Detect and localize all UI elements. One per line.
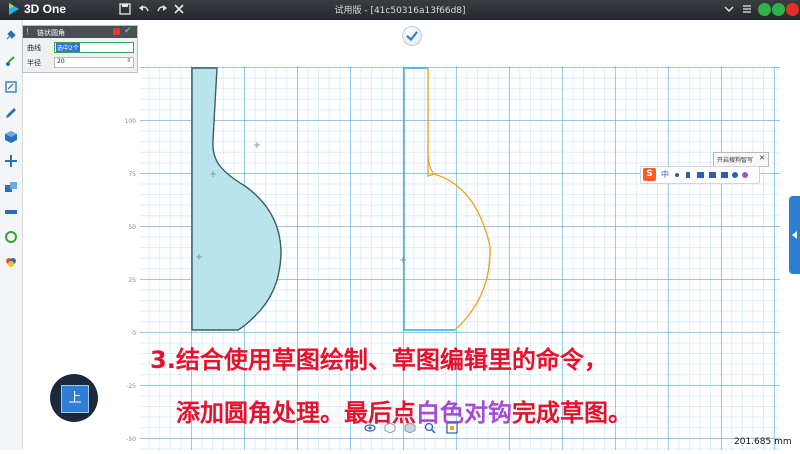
title-bar: 3D One 试用版 - [41c50316a13f66d8]	[0, 0, 800, 20]
distance-readout: 201.685 mm	[734, 437, 792, 447]
panel-header: ! 链状圆角 ✔	[23, 26, 137, 38]
close-button[interactable]	[786, 3, 799, 16]
pin-icon[interactable]	[4, 28, 18, 42]
fillet-panel: ! 链状圆角 ✔ 曲线 选中2个 半径 20 ⇕	[22, 25, 138, 73]
warning-icon: !	[26, 27, 30, 36]
curve-label: 曲线	[27, 44, 41, 52]
close-icon[interactable]: ✕	[759, 154, 765, 162]
check-icon	[406, 31, 418, 42]
cancel-button[interactable]	[113, 28, 120, 35]
cube-icon[interactable]	[4, 130, 18, 144]
eye-icon[interactable]	[364, 422, 376, 434]
y-axis-label: -50	[126, 436, 136, 443]
window-title: 试用版 - [41c50316a13f66d8]	[334, 6, 466, 16]
panel-title: 链状圆角	[37, 29, 65, 37]
y-axis-label: 25	[128, 277, 136, 284]
y-axis-label: -25	[126, 383, 136, 390]
ime-tooltip-text: 开启搜狗智写	[717, 157, 754, 164]
shaded-cube-icon[interactable]	[404, 422, 416, 434]
right-sketch-shape	[427, 68, 491, 331]
radius-field-value: 20	[57, 58, 65, 65]
move-icon[interactable]	[4, 154, 18, 168]
radius-field[interactable]: 20 ⇕	[54, 57, 134, 68]
menu-icon[interactable]	[740, 3, 754, 17]
confirm-sketch-button[interactable]	[402, 26, 422, 46]
y-axis-label: 100	[124, 118, 136, 125]
ime-toolbar[interactable]: S 中	[640, 166, 760, 184]
ime-tooltip[interactable]: 开启搜狗智写 ✕	[713, 152, 769, 167]
left-sketch-shape	[191, 67, 282, 331]
fit-view-icon[interactable]	[446, 422, 458, 434]
edit-icon[interactable]	[4, 106, 18, 120]
sketch-icon[interactable]	[4, 80, 18, 94]
view-cube[interactable]: 上	[50, 374, 98, 422]
ime-logo-icon: S	[643, 168, 656, 181]
wireframe-cube-icon[interactable]	[384, 422, 396, 434]
crosshair-mark	[254, 142, 260, 148]
ime-mode-icon[interactable]: 中	[661, 169, 669, 180]
view-toolbar	[318, 422, 482, 436]
y-axis-label: 50	[128, 224, 136, 231]
side-panel-toggle[interactable]	[789, 196, 800, 274]
color-icon[interactable]	[4, 255, 18, 269]
crosshair-mark	[400, 257, 406, 263]
combine-icon[interactable]	[4, 180, 18, 194]
measure-icon[interactable]	[4, 205, 18, 219]
caption-line-2-suffix: 完成草图。	[512, 399, 632, 427]
caption-line-1: 3.结合使用草图绘制、草图编辑里的命令，	[150, 346, 608, 374]
minimize-button[interactable]	[758, 3, 771, 16]
rotate-icon[interactable]	[4, 230, 18, 244]
curve-field-value: 选中2个	[56, 43, 80, 52]
left-toolbar	[0, 20, 23, 450]
y-axis-label: 0	[132, 330, 136, 337]
maximize-button[interactable]	[772, 3, 785, 16]
y-axis-label: 75	[128, 171, 136, 178]
view-cube-face[interactable]: 上	[61, 385, 89, 413]
menu-icon[interactable]	[722, 3, 736, 17]
confirm-icon[interactable]: ✔	[124, 26, 132, 36]
right-sketch-fillet	[427, 145, 435, 175]
chevron-left-icon	[792, 231, 797, 239]
radius-label: 半径	[27, 59, 41, 67]
right-sketch-outline	[403, 67, 455, 331]
brush-icon[interactable]	[4, 54, 18, 68]
ime-tools-icon[interactable]	[673, 170, 753, 180]
zoom-icon[interactable]	[424, 422, 436, 434]
stepper-icon[interactable]: ⇕	[126, 57, 131, 64]
curve-field[interactable]: 选中2个	[54, 42, 134, 53]
